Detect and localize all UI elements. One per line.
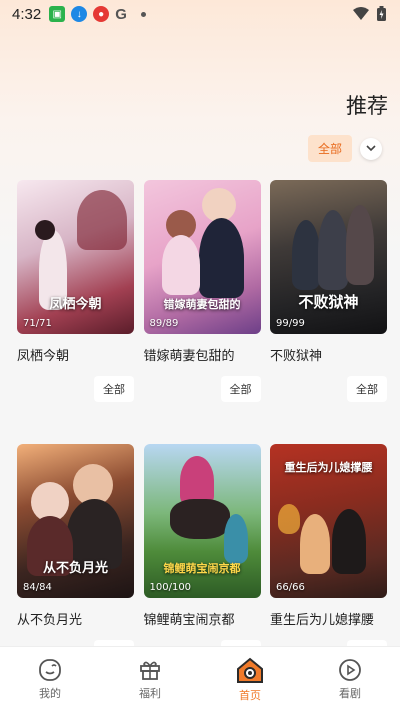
app-notification-icon: ▣ [49,6,66,22]
drama-title[interactable]: 重生后为儿媳撑腰 [270,609,387,628]
drama-poster[interactable]: 锦鲤萌宝闹京都 100/100 [143,444,261,598]
nav-label: 我的 [39,687,61,700]
google-icon: G [115,5,127,23]
nav-item-watch[interactable]: 看剧 [315,658,385,701]
drama-card[interactable]: 重生后为儿媳撑腰 66/66 重生后为儿媳撑腰 全部 [270,444,387,666]
episode-count: 99/99 [276,318,305,329]
all-episodes-button[interactable]: 全部 [220,376,261,402]
poster-title-art: 错嫁萌妻包甜的 [163,298,241,311]
drama-poster[interactable]: 重生后为儿媳撑腰 66/66 [270,444,387,598]
status-bar: 4:32 ▣ ↓ ● G [0,0,400,28]
nav-label: 首页 [239,689,261,702]
poster-title-art: 不败狱神 [298,293,359,311]
download-notification-icon: ↓ [71,6,88,22]
episode-count: 100/100 [149,582,192,593]
poster-title-art: 凤栖今朝 [49,297,102,312]
drama-poster[interactable]: 错嫁萌妻包甜的 89/89 [143,180,261,334]
drama-title[interactable]: 错嫁萌妻包甜的 [144,345,261,364]
home-icon [237,657,263,683]
nav-item-home[interactable]: 首页 [215,656,285,703]
gift-icon [140,661,160,680]
page-title: 推荐 [346,94,388,118]
app-badge-icon: ● [93,6,110,22]
filter-row: 全部 [307,135,382,162]
drama-title[interactable]: 不败狱神 [270,345,387,364]
drama-poster[interactable]: 凤栖今朝 71/71 [17,180,134,334]
chevron-down-icon [366,145,376,152]
bottom-nav: 我的 福利 首页 看剧 [0,646,400,712]
poster-title-art: 锦鲤萌宝闹京都 [163,562,241,575]
play-icon [339,659,361,681]
wifi-icon [353,6,369,20]
episode-count: 89/89 [149,318,179,329]
filter-expand-button[interactable] [360,137,382,160]
episode-count: 84/84 [23,582,52,593]
drama-poster[interactable]: 从不负月光 84/84 [17,444,134,598]
smiley-icon [39,659,61,681]
drama-card[interactable]: 锦鲤萌宝闹京都 100/100 锦鲤萌宝闹京都 全部 [143,444,261,666]
episode-count: 71/71 [23,318,52,329]
nav-item-mine[interactable]: 我的 [15,658,85,701]
nav-label: 福利 [139,687,161,700]
poster-title-art: 重生后为儿媳撑腰 [284,461,373,474]
drama-poster[interactable]: 不败狱神 99/99 [270,180,387,334]
status-time: 4:32 [12,5,42,23]
filter-all-chip[interactable]: 全部 [307,135,352,162]
drama-card[interactable]: 从不负月光 84/84 从不负月光 全部 [17,444,134,666]
poster-title-art: 从不负月光 [42,561,108,576]
drama-grid: 凤栖今朝 71/71 凤栖今朝 全部 错嫁萌妻包甜的 89/89 错嫁萌妻包甜的… [17,180,387,666]
all-episodes-button[interactable]: 全部 [347,376,387,402]
drama-card[interactable]: 不败狱神 99/99 不败狱神 全部 [270,180,387,402]
battery-icon [377,6,386,21]
drama-title[interactable]: 锦鲤萌宝闹京都 [144,609,261,628]
nav-label: 看剧 [339,687,361,700]
all-episodes-button[interactable]: 全部 [94,376,134,402]
drama-title[interactable]: 凤栖今朝 [17,345,134,364]
drama-title[interactable]: 从不负月光 [17,609,134,628]
episode-count: 66/66 [276,582,305,593]
drama-card[interactable]: 错嫁萌妻包甜的 89/89 错嫁萌妻包甜的 全部 [143,180,261,402]
more-notifications-icon [141,11,147,17]
drama-card[interactable]: 凤栖今朝 71/71 凤栖今朝 全部 [17,180,134,402]
nav-item-welfare[interactable]: 福利 [115,658,185,701]
